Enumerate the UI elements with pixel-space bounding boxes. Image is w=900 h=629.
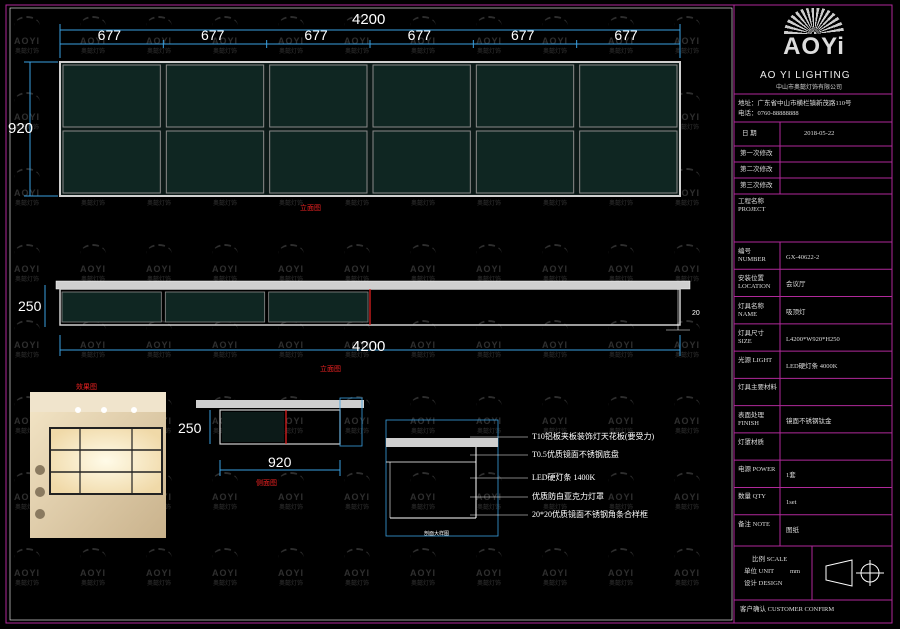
- title-item-label: 安装位置 LOCATION: [738, 275, 771, 291]
- segment-width: 677: [201, 27, 225, 43]
- customer-confirm-label: 客户确认 CUSTOMER CONFIRM: [740, 606, 835, 613]
- revision-row-label: 第二次修改: [740, 166, 773, 173]
- revision-row-label: 第一次修改: [740, 150, 773, 157]
- title-item-value: 1set: [786, 499, 797, 507]
- detail-note: T0.5优质镜面不锈钢底盘: [532, 450, 619, 459]
- title-item-label: 表面处理 FINISH: [738, 411, 764, 427]
- render-photo: [30, 392, 166, 538]
- title-item-label: 光源 LIGHT: [738, 357, 773, 365]
- detail-note: LED硬灯条 1400K: [532, 473, 596, 482]
- title-item-label: 灯具名称 NAME: [738, 302, 764, 318]
- elevation-panel: [579, 64, 678, 128]
- design-label: 设计 DESIGN: [744, 580, 783, 587]
- company-phone: 电话：0760-88888888: [738, 110, 799, 117]
- date-label: 日 期: [742, 130, 757, 137]
- section-caption: 立面图: [320, 366, 341, 373]
- title-item-value: GX-40622-2: [786, 254, 820, 261]
- title-item-label: 灯罩材质: [738, 438, 764, 446]
- revision-row-label: 第三次修改: [740, 182, 773, 189]
- side-section-caption: 侧面图: [256, 480, 277, 487]
- elevation-panel: [62, 130, 161, 194]
- elevation-view: [24, 24, 681, 197]
- elevation-caption: 立面图: [300, 205, 321, 212]
- elevation-panel: [165, 64, 265, 128]
- elevation-panel: [269, 64, 368, 128]
- unit-label: 单位 UNIT: [744, 568, 775, 575]
- title-item-label: 电源 POWER: [738, 466, 776, 474]
- side-section-height: 250: [178, 420, 202, 436]
- detail-note: T10铝板夹板装饰灯天花板(要受力): [532, 432, 655, 441]
- elevation-panel: [372, 130, 471, 194]
- title-item-value: 1套: [786, 472, 796, 480]
- photo-caption: 效果图: [76, 384, 97, 391]
- company-address: 地址：广东省中山市横栏镇新茂路110号: [738, 100, 852, 107]
- title-item-label: 备注 NOTE: [738, 520, 770, 528]
- segment-width: 677: [97, 27, 122, 43]
- title-item-label: 灯具尺寸 SIZE: [738, 329, 764, 345]
- section-panel: [268, 291, 369, 323]
- elevation-panel: [372, 64, 471, 128]
- segment-width: 677: [511, 27, 535, 43]
- section-panel: [164, 291, 266, 323]
- elevation-height: 920: [8, 120, 34, 137]
- company-name: 中山市奥懿灯饰有限公司: [776, 85, 843, 91]
- title-item-value: L4200*W920*H250: [786, 335, 840, 343]
- brand-name: AO YI LIGHTING: [760, 70, 851, 81]
- brand-logo: AOYi: [768, 8, 860, 60]
- sun-icon: [784, 8, 844, 34]
- elevation-panel: [475, 64, 575, 128]
- title-item-value: 吸顶灯: [786, 308, 806, 316]
- elevation-panel: [269, 130, 368, 194]
- segment-width: 677: [407, 27, 432, 43]
- elevation-panel: [579, 130, 678, 194]
- title-item-label: 数量 QTY: [738, 493, 766, 501]
- section-height: 250: [18, 298, 42, 314]
- segment-width: 677: [304, 27, 328, 43]
- section-side-dim: 20: [692, 310, 700, 317]
- segment-width: 677: [614, 27, 638, 43]
- side-section-width: 920: [268, 454, 292, 470]
- title-item-label: 灯具主要材料: [738, 384, 777, 392]
- elevation-panel: [62, 64, 161, 128]
- scale-label: 比例 SCALE: [752, 556, 788, 563]
- brand-mark: AOYi: [783, 33, 845, 60]
- title-item-label: 编号 NUMBER: [738, 248, 766, 263]
- title-item-value: 会议厅: [786, 281, 806, 289]
- section-panel: [61, 291, 162, 323]
- projection-symbol: [825, 559, 884, 587]
- title-item-value: LED硬灯条 4000K: [786, 363, 838, 371]
- elevation-panel: [475, 130, 575, 194]
- detail-note: 20*20优质镜面不锈钢角条合样框: [532, 510, 648, 519]
- detail-note: 优质防白亚克力灯罩: [532, 492, 604, 501]
- title-item-value: 图纸: [786, 526, 799, 534]
- date-value: 2018-05-22: [804, 130, 835, 137]
- unit-value: mm: [790, 568, 801, 575]
- section-overall-width: 4200: [352, 338, 386, 355]
- title-item-value: 镜面不锈钢钛金: [786, 417, 832, 425]
- elevation-overall-width: 4200: [352, 11, 386, 28]
- project-label: 工程名称 PROJECT: [738, 198, 766, 213]
- detail-caption: 剖面大样图: [424, 531, 450, 537]
- elevation-panel: [165, 130, 265, 194]
- detail-view: [385, 419, 528, 537]
